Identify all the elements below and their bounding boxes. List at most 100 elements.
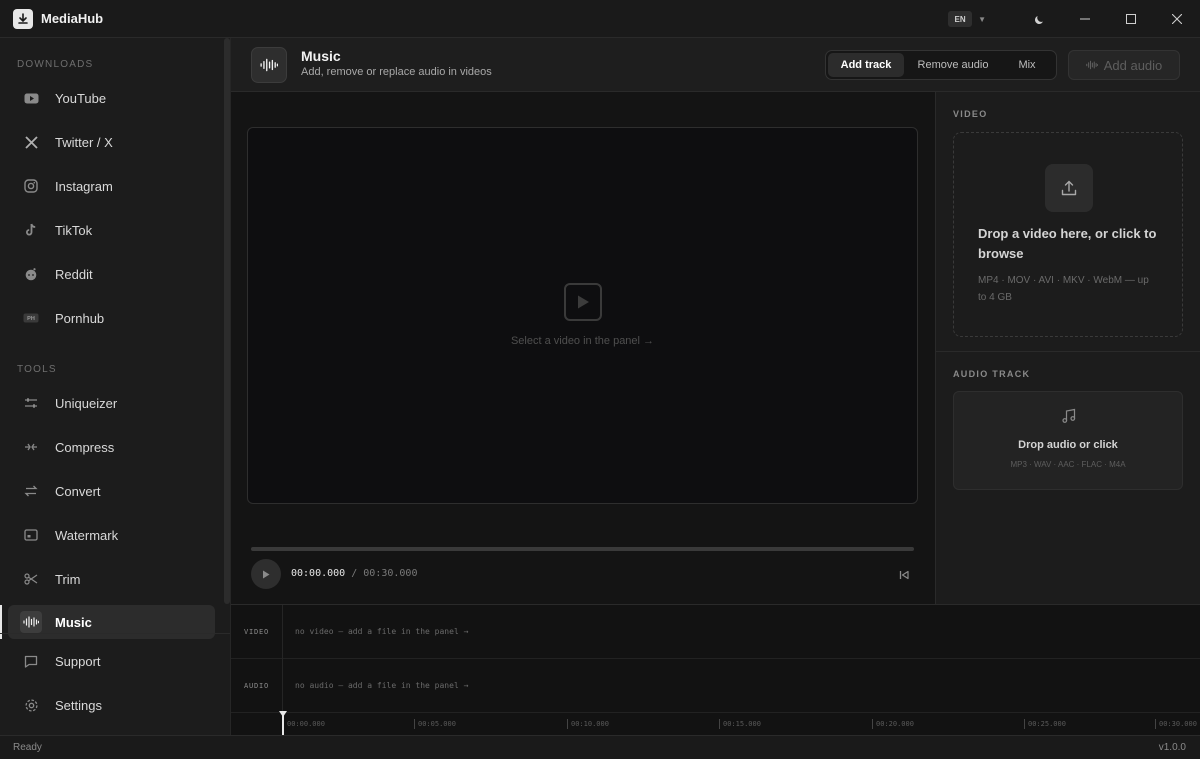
tools-section-label: TOOLS: [17, 364, 57, 375]
sidebar-item-reddit[interactable]: Reddit: [8, 257, 215, 291]
ruler-tick: 00:10.000: [567, 719, 609, 729]
audio-track-label: AUDIO: [231, 659, 283, 713]
video-dropzone-title: Drop a video here, or click to browse: [978, 226, 1157, 261]
reddit-icon: [20, 263, 42, 285]
sidebar-item-label: Trim: [55, 571, 81, 587]
add-audio-label: Add audio: [1103, 57, 1163, 73]
sidebar-item-support[interactable]: Support: [8, 644, 215, 678]
instagram-icon: [20, 175, 42, 197]
sidebar-item-label: Music: [55, 614, 92, 630]
waveform-icon: [1085, 60, 1098, 70]
page-subtitle: Add, remove or replace audio in videos: [301, 66, 492, 78]
time-separator: /: [351, 568, 358, 579]
mode-switcher: Add track Remove audio Mix: [825, 50, 1057, 80]
maximize-icon[interactable]: [1108, 0, 1154, 38]
sidebar-item-label: Settings: [55, 697, 102, 713]
sidebar-item-pornhub[interactable]: PH Pornhub: [8, 301, 215, 335]
tab-add-track[interactable]: Add track: [828, 53, 904, 77]
language-selector[interactable]: EN: [948, 11, 973, 27]
sidebar-item-trim[interactable]: Trim: [8, 562, 215, 596]
ruler-tick: 00:30.000: [1155, 719, 1197, 729]
skip-to-start-icon[interactable]: [899, 568, 909, 583]
video-track-empty: no video — add a file in the panel →: [295, 627, 469, 636]
playback-progress-bar[interactable]: [251, 547, 914, 551]
theme-toggle-moon-icon[interactable]: [1016, 0, 1062, 38]
page-header: Music Add, remove or replace audio in vi…: [231, 38, 1200, 92]
play-button[interactable]: [251, 559, 281, 589]
sidebar-item-label: TikTok: [55, 222, 93, 238]
sidebar-scrollbar[interactable]: [224, 38, 230, 604]
sidebar: DOWNLOADS YouTube Twitter / X Instagram …: [0, 38, 231, 735]
ruler-tick: 00:05.000: [414, 719, 456, 729]
sidebar-item-label: Support: [55, 653, 101, 669]
video-track-label: VIDEO: [231, 605, 283, 659]
status-bar: Ready v1.0.0: [0, 735, 1200, 759]
timeline: VIDEO no video — add a file in the panel…: [231, 604, 1200, 736]
sidebar-item-label: Reddit: [55, 266, 93, 282]
audio-dropzone-title: Drop audio or click: [1018, 439, 1118, 451]
time-display: 00:00.000 / 00:30.000: [291, 568, 417, 579]
sidebar-item-watermark[interactable]: Watermark: [8, 518, 215, 552]
status-text: Ready: [13, 742, 42, 753]
close-icon[interactable]: [1154, 0, 1200, 38]
current-time: 00:00.000: [291, 568, 346, 579]
sidebar-item-compress[interactable]: Compress: [8, 430, 215, 464]
ruler-tick: 00:20.000: [872, 719, 914, 729]
total-time: 00:30.000: [363, 568, 418, 579]
sidebar-item-label: Instagram: [55, 178, 113, 194]
video-formats: MP4 · MOV · AVI · MKV · WebM — up to 4 G…: [978, 275, 1149, 303]
sidebar-item-label: Compress: [55, 439, 115, 455]
gear-icon: [20, 694, 42, 716]
ruler-tick: 00:15.000: [719, 719, 761, 729]
sidebar-item-settings[interactable]: Settings: [8, 688, 215, 722]
sidebar-item-uniqueizer[interactable]: Uniqueizer: [8, 386, 215, 420]
sidebar-item-label: Pornhub: [55, 310, 105, 326]
tab-mix[interactable]: Mix: [1002, 53, 1052, 77]
x-icon: [20, 131, 42, 153]
waveform-icon: [20, 611, 42, 633]
sidebar-item-label: Convert: [55, 483, 101, 499]
audio-formats: MP3 · WAV · AAC · FLAC · M4A: [1010, 460, 1126, 469]
time-ruler[interactable]: 00:00.000 00:05.000 00:10.000 00:15.000 …: [283, 713, 1200, 736]
sidebar-item-label: Twitter / X: [55, 134, 113, 150]
youtube-icon: [20, 87, 42, 109]
downloads-section-label: DOWNLOADS: [17, 59, 94, 70]
watermark-icon: [20, 524, 42, 546]
tab-remove-audio[interactable]: Remove audio: [904, 53, 1002, 77]
video-track[interactable]: VIDEO no video — add a file in the panel…: [231, 605, 1200, 659]
ruler-tick: 00:00.000: [283, 719, 325, 729]
sidebar-item-twitter[interactable]: Twitter / X: [8, 125, 215, 159]
upload-icon: [1045, 164, 1093, 212]
add-audio-button[interactable]: Add audio: [1068, 50, 1180, 80]
sidebar-item-convert[interactable]: Convert: [8, 474, 215, 508]
sidebar-divider: [0, 633, 230, 634]
playhead-handle[interactable]: [279, 711, 287, 717]
title-bar: MediaHub EN ▼: [0, 0, 1200, 38]
music-note-icon: [1061, 408, 1077, 427]
sidebar-item-label: YouTube: [55, 90, 107, 106]
sidebar-item-label: Uniqueizer: [55, 395, 118, 411]
convert-icon: [20, 480, 42, 502]
svg-text:PH: PH: [27, 316, 35, 322]
video-dropzone[interactable]: Drop a video here, or click to browse MP…: [953, 132, 1183, 337]
ruler-tick: 00:25.000: [1024, 719, 1066, 729]
sidebar-item-instagram[interactable]: Instagram: [8, 169, 215, 203]
sidebar-item-label: Watermark: [55, 527, 119, 543]
sidebar-item-tiktok[interactable]: TikTok: [8, 213, 215, 247]
chevron-down-icon[interactable]: ▼: [978, 15, 986, 24]
sliders-icon: [20, 392, 42, 414]
download-logo-icon: [13, 8, 33, 29]
audio-track[interactable]: AUDIO no audio — add a file in the panel…: [231, 659, 1200, 713]
video-preview[interactable]: Select a video in the panel →: [247, 127, 918, 504]
audio-dropzone[interactable]: Drop audio or click MP3 · WAV · AAC · FL…: [953, 391, 1183, 490]
compress-icon: [20, 436, 42, 458]
select-video-hint: Select a video in the panel →: [510, 335, 655, 347]
ph-icon: PH: [20, 307, 42, 329]
play-placeholder-icon: [564, 283, 602, 321]
sidebar-item-youtube[interactable]: YouTube: [8, 81, 215, 115]
minimize-icon[interactable]: [1062, 0, 1108, 38]
panel-divider: [936, 351, 1200, 352]
scissors-icon: [20, 568, 42, 590]
page-title: Music: [301, 48, 341, 64]
app-title: MediaHub: [41, 11, 104, 26]
